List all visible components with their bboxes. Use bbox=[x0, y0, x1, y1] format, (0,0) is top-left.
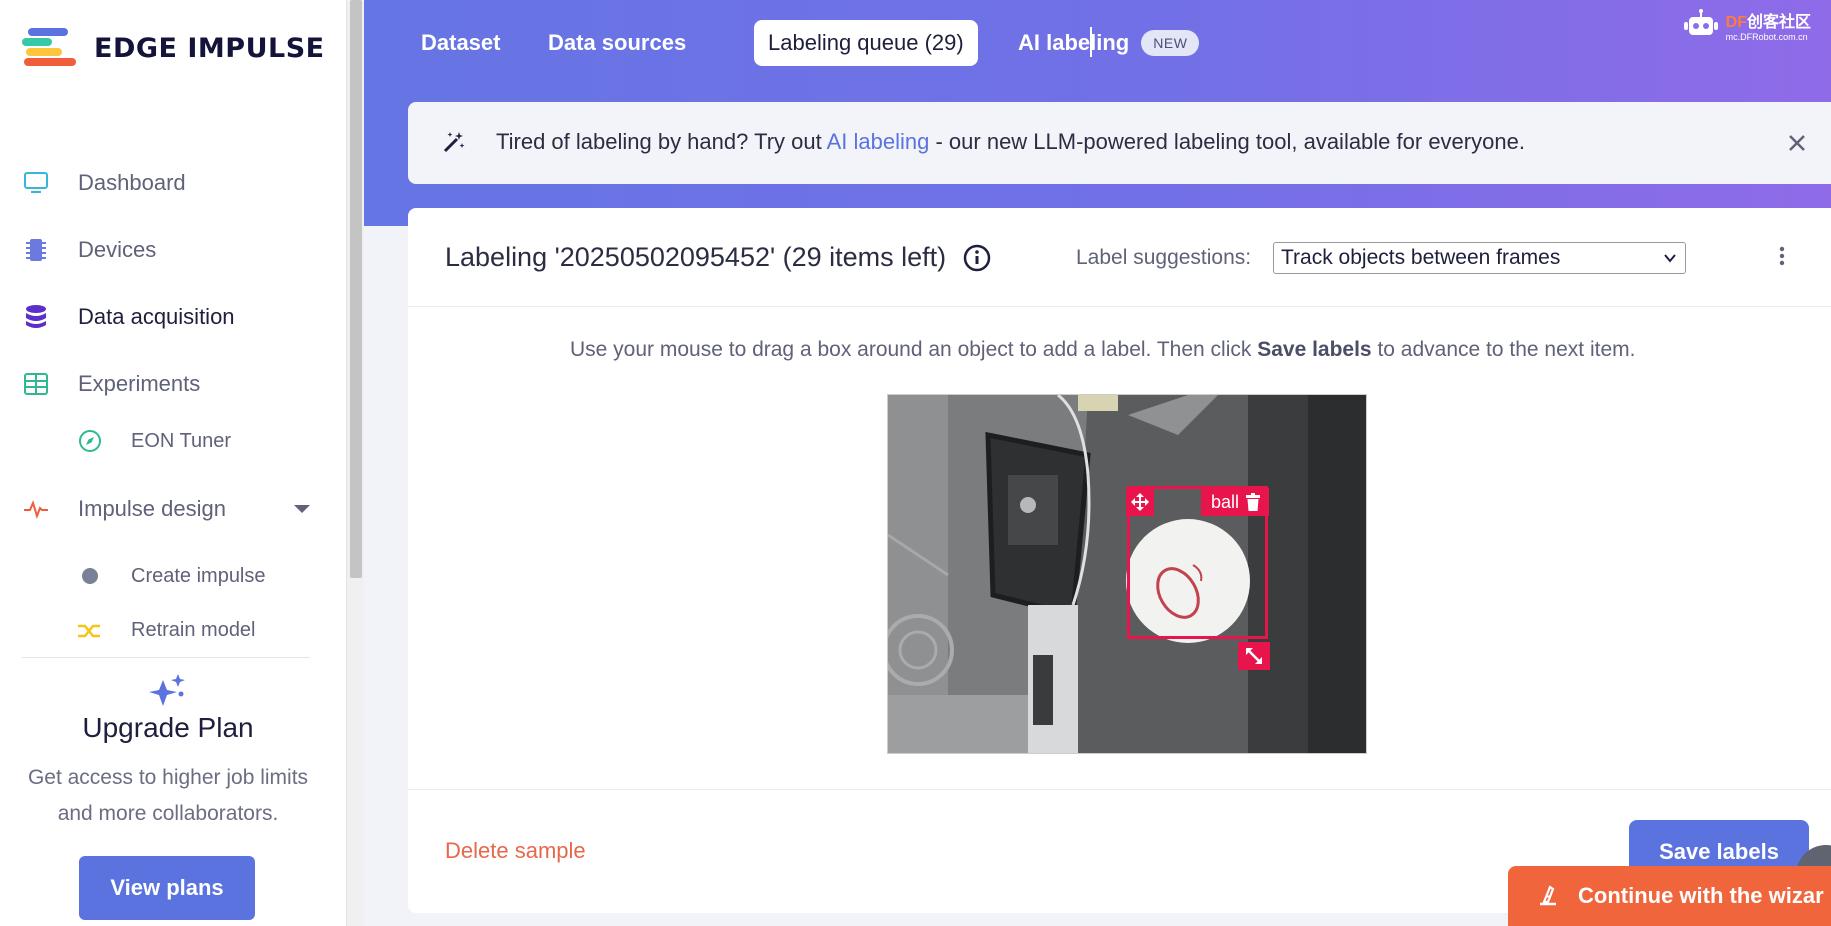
chevron-down-icon[interactable] bbox=[294, 505, 310, 513]
chevron-down-icon bbox=[1664, 254, 1676, 263]
sidebar-item-experiments[interactable]: Experiments bbox=[22, 364, 200, 404]
info-icon[interactable] bbox=[963, 244, 991, 272]
sidebar-item-label: Impulse design bbox=[78, 496, 226, 521]
sidebar-item-label: Retrain model bbox=[131, 620, 256, 641]
sidebar-item-create-impulse[interactable]: Create impulse bbox=[77, 558, 266, 594]
move-icon[interactable] bbox=[1126, 488, 1154, 516]
shuffle-icon bbox=[77, 620, 103, 643]
brand-logo[interactable]: EDGE IMPULSE bbox=[22, 28, 325, 68]
sidebar-item-dashboard[interactable]: Dashboard bbox=[22, 163, 186, 203]
dfrobot-watermark: DF创客社区 mc.DFRobot.com.cn bbox=[1682, 8, 1811, 42]
trash-icon[interactable] bbox=[1245, 493, 1261, 511]
delete-sample-link[interactable]: Delete sample bbox=[445, 838, 586, 864]
database-icon bbox=[22, 303, 50, 331]
label-suggestions-label: Label suggestions: bbox=[1076, 246, 1252, 269]
more-options-icon[interactable] bbox=[1779, 246, 1785, 266]
tab-ai-labeling[interactable]: AI labeling NEW bbox=[1018, 20, 1200, 66]
sidebar-scrollbar[interactable] bbox=[346, 0, 364, 926]
upgrade-plan-title: Upgrade Plan bbox=[82, 712, 254, 743]
edge-impulse-logo-icon bbox=[22, 28, 78, 68]
tab-dataset[interactable]: Dataset bbox=[421, 20, 500, 66]
robot-icon bbox=[1683, 9, 1718, 35]
view-plans-button[interactable]: View plans bbox=[79, 856, 255, 920]
sidebar-divider bbox=[22, 657, 310, 658]
sidebar-item-label: Data acquisition bbox=[78, 304, 235, 329]
pulse-icon bbox=[22, 495, 50, 523]
labeling-card: Labeling '20250502095452' (29 items left… bbox=[408, 208, 1831, 913]
sidebar-item-label: EON Tuner bbox=[131, 429, 232, 452]
dot-icon bbox=[77, 563, 103, 589]
sidebar-item-devices[interactable]: Devices bbox=[22, 230, 156, 270]
sidebar-item-retrain-model[interactable]: Retrain model bbox=[0, 620, 346, 644]
monitor-icon bbox=[22, 169, 50, 197]
brand-name: EDGE IMPULSE bbox=[94, 32, 325, 64]
tab-labeling-queue[interactable]: Labeling queue (29) bbox=[754, 20, 978, 66]
sidebar-item-eon-tuner[interactable]: EON Tuner bbox=[77, 423, 231, 459]
sidebar-item-label: Create impulse bbox=[131, 564, 266, 587]
grid-icon bbox=[22, 370, 50, 398]
sidebar-item-impulse-design[interactable]: Impulse design bbox=[22, 489, 226, 529]
sidebar-item-label: Experiments bbox=[78, 371, 201, 396]
close-icon[interactable] bbox=[1782, 128, 1812, 158]
ai-labeling-banner: Tired of labeling by hand? Try out AI la… bbox=[408, 102, 1831, 184]
bounding-box-label[interactable]: ball bbox=[1201, 488, 1270, 516]
labeling-title: Labeling '20250502095452' (29 items left… bbox=[445, 242, 947, 272]
scrollbar-thumb[interactable] bbox=[350, 0, 362, 578]
sidebar-item-data-acquisition[interactable]: Data acquisition bbox=[22, 297, 235, 337]
labeling-instruction: Use your mouse to drag a box around an o… bbox=[570, 338, 1636, 361]
upgrade-plan-description: Get access to higher job limits and more… bbox=[27, 766, 309, 825]
compass-icon bbox=[77, 428, 103, 454]
continue-wizard-button[interactable]: Continue with the wizar bbox=[1508, 866, 1831, 926]
card-footer-divider bbox=[408, 789, 1831, 790]
magic-wand-icon bbox=[443, 132, 465, 153]
sidebar-item-label: Dashboard bbox=[78, 170, 186, 195]
sparkle-stars-icon bbox=[149, 674, 185, 706]
chip-icon bbox=[22, 236, 50, 264]
tab-data-sources[interactable]: Data sources bbox=[548, 20, 686, 66]
card-divider bbox=[408, 306, 1831, 307]
resize-icon[interactable] bbox=[1238, 642, 1270, 670]
sidebar: EDGE IMPULSE Dashboard Devices Data acqu… bbox=[0, 0, 346, 926]
rocket-icon bbox=[1540, 885, 1556, 906]
new-badge: NEW bbox=[1141, 30, 1200, 56]
ai-labeling-link[interactable]: AI labeling bbox=[827, 129, 930, 154]
sidebar-item-label: Devices bbox=[78, 237, 157, 262]
banner-message: Tired of labeling by hand? Try out AI la… bbox=[496, 129, 1525, 154]
label-suggestions-select[interactable]: Track objects between frames bbox=[1273, 242, 1686, 274]
